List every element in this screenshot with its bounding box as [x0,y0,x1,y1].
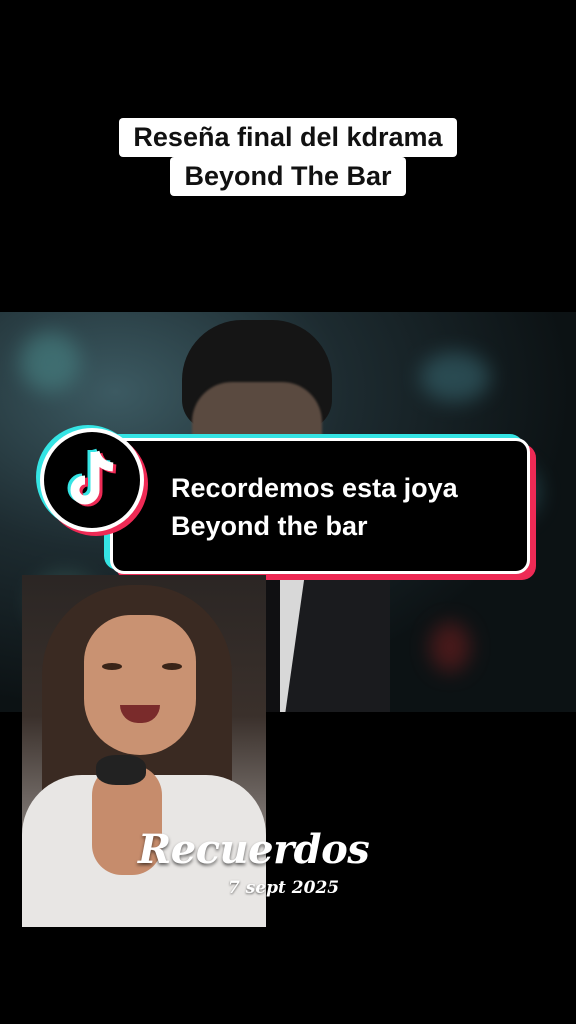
banner-line-2: Beyond the bar [171,511,368,541]
memories-title: Recuerdos [138,826,370,873]
tiktok-banner: Recordemos esta joya Beyond the bar [40,428,536,580]
presenter-eyes [102,663,182,671]
title-line-2: Beyond The Bar [170,157,406,196]
banner-text: Recordemos esta joya Beyond the bar [171,469,458,545]
presenter-video [22,575,266,927]
banner-line-1: Recordemos esta joya [171,473,458,503]
tiktok-logo-icon [40,428,144,532]
title-line-1: Reseña final del kdrama [119,118,457,157]
title-caption: Reseña final del kdrama Beyond The Bar [0,118,576,196]
held-object [96,755,146,785]
banner-body: Recordemos esta joya Beyond the bar [110,438,530,574]
presenter-face [84,615,196,755]
memories-date: 7 sept 2025 [228,878,340,898]
